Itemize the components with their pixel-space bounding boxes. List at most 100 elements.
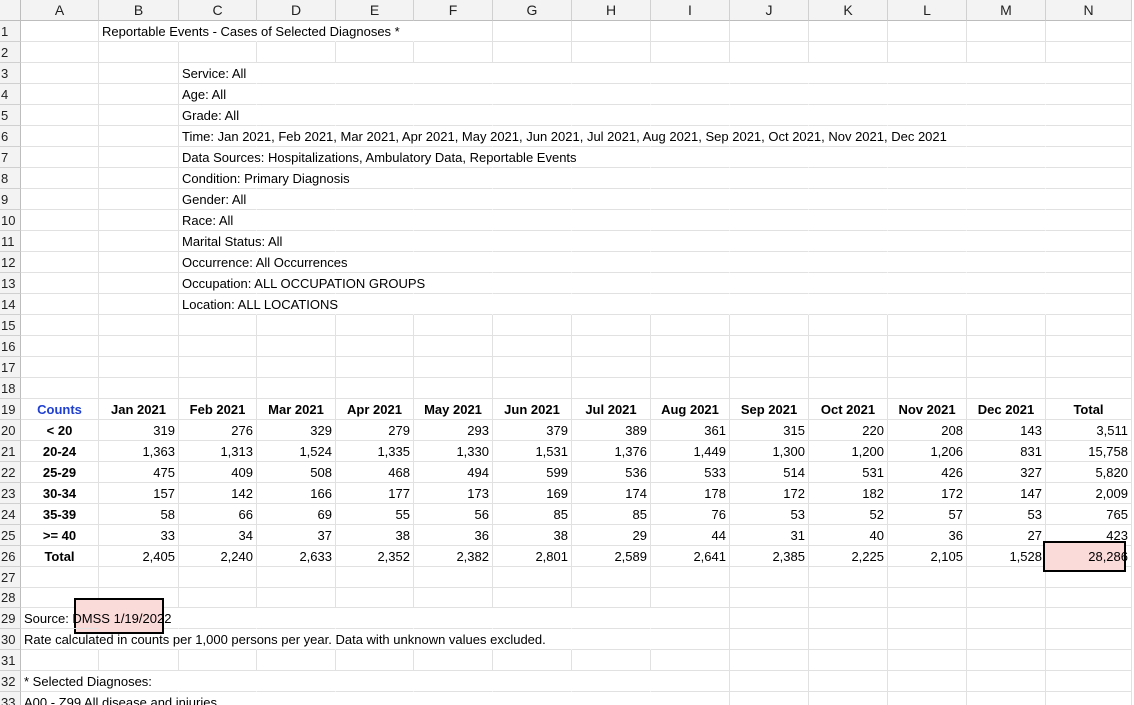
empty-cell[interactable] bbox=[730, 84, 809, 105]
empty-cell[interactable] bbox=[809, 273, 888, 294]
count-cell[interactable]: 178 bbox=[651, 483, 730, 504]
empty-cell[interactable] bbox=[414, 231, 493, 252]
empty-cell[interactable] bbox=[414, 84, 493, 105]
empty-cell[interactable] bbox=[888, 336, 967, 357]
row-header-33[interactable]: 33 bbox=[0, 692, 21, 705]
empty-cell[interactable] bbox=[967, 671, 1046, 692]
empty-cell[interactable] bbox=[967, 357, 1046, 378]
empty-cell[interactable] bbox=[572, 378, 651, 399]
empty-cell[interactable] bbox=[493, 671, 572, 692]
count-cell[interactable]: 319 bbox=[99, 420, 179, 441]
empty-cell[interactable] bbox=[572, 294, 651, 315]
empty-cell[interactable] bbox=[257, 608, 336, 629]
empty-cell[interactable] bbox=[99, 126, 179, 147]
empty-cell[interactable] bbox=[888, 210, 967, 231]
empty-cell[interactable] bbox=[888, 692, 967, 705]
row-header-5[interactable]: 5 bbox=[0, 105, 21, 126]
empty-cell[interactable] bbox=[730, 567, 809, 588]
empty-cell[interactable] bbox=[572, 273, 651, 294]
empty-cell[interactable] bbox=[572, 105, 651, 126]
column-header-n[interactable]: N bbox=[1046, 0, 1132, 21]
column-header-b[interactable]: B bbox=[99, 0, 179, 21]
empty-cell[interactable] bbox=[572, 629, 651, 650]
empty-cell[interactable] bbox=[99, 168, 179, 189]
empty-cell[interactable] bbox=[967, 126, 1046, 147]
empty-cell[interactable] bbox=[414, 42, 493, 63]
empty-cell[interactable] bbox=[651, 147, 730, 168]
empty-cell[interactable] bbox=[967, 168, 1046, 189]
row-header-16[interactable]: 16 bbox=[0, 336, 21, 357]
empty-cell[interactable] bbox=[888, 63, 967, 84]
spreadsheet[interactable]: A B C D E F G H I J K L M N 1 2 3 4 5 6 7 8 9 10 11 12 13 14 15 16 17 1… bbox=[0, 0, 1134, 705]
empty-cell[interactable] bbox=[730, 168, 809, 189]
empty-cell[interactable] bbox=[493, 357, 572, 378]
empty-cell[interactable] bbox=[1046, 608, 1132, 629]
empty-cell[interactable] bbox=[888, 84, 967, 105]
empty-cell[interactable] bbox=[1046, 126, 1132, 147]
row-header-22[interactable]: 22 bbox=[0, 462, 21, 483]
empty-cell[interactable] bbox=[809, 147, 888, 168]
empty-cell[interactable] bbox=[967, 294, 1046, 315]
empty-cell[interactable] bbox=[572, 252, 651, 273]
empty-cell[interactable] bbox=[257, 671, 336, 692]
empty-cell[interactable] bbox=[257, 588, 336, 608]
empty-cell[interactable] bbox=[730, 252, 809, 273]
empty-cell[interactable] bbox=[572, 588, 651, 608]
row-header-29[interactable]: 29 bbox=[0, 608, 21, 629]
empty-cell[interactable] bbox=[651, 336, 730, 357]
row-header-30[interactable]: 30 bbox=[0, 629, 21, 650]
empty-cell[interactable] bbox=[651, 231, 730, 252]
empty-cell[interactable] bbox=[651, 210, 730, 231]
empty-cell[interactable] bbox=[257, 315, 336, 336]
empty-cell[interactable] bbox=[336, 357, 414, 378]
empty-cell[interactable] bbox=[730, 147, 809, 168]
empty-cell[interactable] bbox=[21, 294, 99, 315]
count-cell[interactable]: 2,405 bbox=[99, 546, 179, 567]
empty-cell[interactable] bbox=[651, 63, 730, 84]
empty-cell[interactable] bbox=[809, 231, 888, 252]
empty-cell[interactable] bbox=[99, 650, 179, 671]
empty-cell[interactable] bbox=[99, 357, 179, 378]
count-cell[interactable]: 2,382 bbox=[414, 546, 493, 567]
empty-cell[interactable] bbox=[651, 105, 730, 126]
count-cell[interactable]: 182 bbox=[809, 483, 888, 504]
empty-cell[interactable] bbox=[651, 189, 730, 210]
count-cell[interactable]: 2,352 bbox=[336, 546, 414, 567]
empty-cell[interactable] bbox=[809, 608, 888, 629]
empty-cell[interactable] bbox=[967, 189, 1046, 210]
count-cell[interactable]: 765 bbox=[1046, 504, 1132, 525]
empty-cell[interactable] bbox=[99, 378, 179, 399]
empty-cell[interactable] bbox=[21, 189, 99, 210]
count-cell[interactable]: 76 bbox=[651, 504, 730, 525]
row-header-3[interactable]: 3 bbox=[0, 63, 21, 84]
empty-cell[interactable] bbox=[967, 273, 1046, 294]
empty-cell[interactable] bbox=[99, 84, 179, 105]
row-header-26[interactable]: 26 bbox=[0, 546, 21, 567]
empty-cell[interactable] bbox=[336, 105, 414, 126]
empty-cell[interactable] bbox=[572, 189, 651, 210]
empty-cell[interactable] bbox=[888, 21, 967, 42]
empty-cell[interactable] bbox=[967, 378, 1046, 399]
report-title[interactable]: Reportable Events - Cases of Selected Di… bbox=[99, 21, 400, 42]
empty-cell[interactable] bbox=[1046, 105, 1132, 126]
count-cell[interactable]: 3,511 bbox=[1046, 420, 1132, 441]
empty-cell[interactable] bbox=[493, 210, 572, 231]
empty-cell[interactable] bbox=[1046, 692, 1132, 705]
empty-cell[interactable] bbox=[809, 42, 888, 63]
empty-cell[interactable] bbox=[730, 63, 809, 84]
empty-cell[interactable] bbox=[730, 273, 809, 294]
count-cell[interactable]: 468 bbox=[336, 462, 414, 483]
empty-cell[interactable] bbox=[967, 692, 1046, 705]
empty-cell[interactable] bbox=[651, 567, 730, 588]
empty-cell[interactable] bbox=[967, 42, 1046, 63]
empty-cell[interactable] bbox=[1046, 273, 1132, 294]
count-cell[interactable]: 172 bbox=[888, 483, 967, 504]
empty-cell[interactable] bbox=[888, 650, 967, 671]
count-cell[interactable]: 1,330 bbox=[414, 441, 493, 462]
row-header-8[interactable]: 8 bbox=[0, 168, 21, 189]
filter-line[interactable]: Grade: All bbox=[179, 105, 257, 126]
empty-cell[interactable] bbox=[1046, 168, 1132, 189]
month-header[interactable]: Jul 2021 bbox=[572, 399, 651, 420]
column-header-m[interactable]: M bbox=[967, 0, 1046, 21]
count-cell[interactable]: 29 bbox=[572, 525, 651, 546]
